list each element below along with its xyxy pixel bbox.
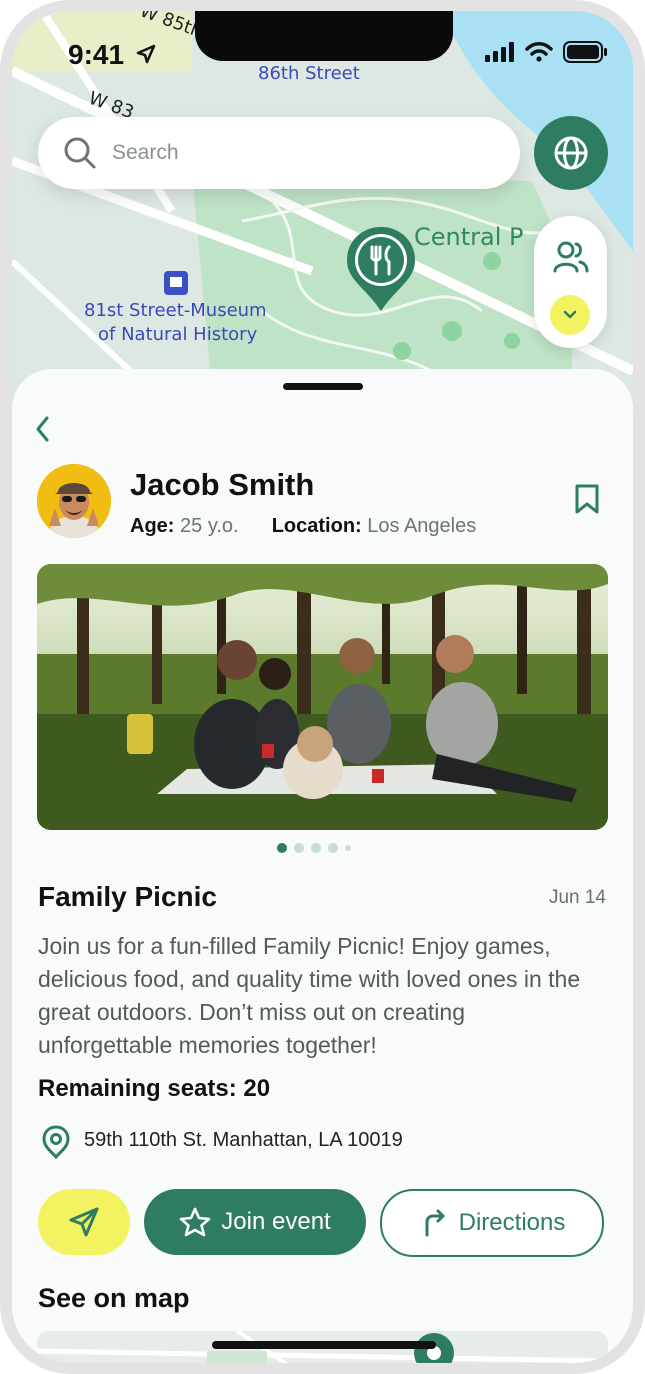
back-button[interactable] xyxy=(34,415,52,448)
globe-button[interactable] xyxy=(534,116,608,190)
directions-button[interactable]: Directions xyxy=(380,1189,604,1257)
directions-label: Directions xyxy=(458,1209,566,1236)
globe-icon xyxy=(554,136,588,170)
sheet-grabber[interactable] xyxy=(283,383,363,390)
event-date: Jun 14 xyxy=(548,887,606,908)
location-value: Los Angeles xyxy=(367,515,477,537)
park-label: Central P xyxy=(414,223,524,251)
location-pin-icon xyxy=(42,1125,70,1164)
see-on-map-heading: See on map xyxy=(38,1283,190,1313)
camera-notch xyxy=(195,11,453,61)
museum-label-line1: 81st Street-Museum xyxy=(84,300,267,321)
turn-arrow-icon xyxy=(425,1209,445,1237)
signal-icon xyxy=(485,42,515,67)
search-icon xyxy=(64,137,96,169)
join-event-button[interactable]: Join event xyxy=(144,1189,366,1255)
battery-icon xyxy=(563,41,609,68)
profile-name: Jacob Smith xyxy=(130,467,315,502)
profile-meta: Age: 25 y.o. Location: Los Angeles xyxy=(130,515,476,538)
map-view[interactable]: W 85th St 86th Street W 83 81st Street-M… xyxy=(12,11,633,411)
gallery-dot[interactable] xyxy=(294,843,304,853)
search-input[interactable]: Search xyxy=(112,141,179,165)
event-sheet: Jacob Smith Age: 25 y.o. Location: Los A… xyxy=(12,369,633,1363)
wifi-icon xyxy=(525,42,553,67)
remaining-seats: Remaining seats: 20 xyxy=(38,1075,271,1102)
gallery-dots xyxy=(277,843,351,853)
location-arrow-icon xyxy=(136,44,156,69)
device-frame: W 85th St 86th Street W 83 81st Street-M… xyxy=(0,0,645,1374)
gallery-dot-active[interactable] xyxy=(277,843,287,853)
gallery-dot[interactable] xyxy=(311,843,321,853)
event-description: Join us for a fun-filled Family Picnic! … xyxy=(38,933,581,1058)
event-title: Family Picnic xyxy=(38,881,217,912)
send-icon xyxy=(69,1207,99,1237)
join-event-label: Join event xyxy=(221,1208,331,1235)
bookmark-icon xyxy=(575,484,599,514)
bookmark-button[interactable] xyxy=(574,483,600,520)
chevron-down-icon xyxy=(563,310,577,319)
gallery-dot[interactable] xyxy=(345,845,351,851)
people-icon[interactable] xyxy=(553,240,589,274)
age-label: Age: xyxy=(130,515,175,537)
screen: W 85th St 86th Street W 83 81st Street-M… xyxy=(12,11,633,1363)
share-button[interactable] xyxy=(38,1189,130,1255)
street-label-86th: 86th Street xyxy=(258,63,360,84)
location-label: Location: xyxy=(271,515,362,537)
map-filter-pill xyxy=(534,216,607,348)
event-photo[interactable] xyxy=(37,564,608,830)
home-indicator[interactable] xyxy=(212,1341,436,1349)
museum-label-line2: of Natural History xyxy=(98,324,258,345)
status-icons xyxy=(485,41,609,68)
expand-button[interactable] xyxy=(550,295,590,335)
chevron-left-icon xyxy=(36,416,49,442)
event-address: 59th 110th St. Manhattan, LA 10019 xyxy=(84,1129,403,1151)
gallery-dot[interactable] xyxy=(328,843,338,853)
age-value: 25 y.o. xyxy=(180,515,239,537)
search-bar[interactable]: Search xyxy=(38,117,520,189)
star-icon xyxy=(179,1207,211,1237)
status-time: 9:41 xyxy=(68,39,125,70)
avatar[interactable] xyxy=(37,464,111,538)
